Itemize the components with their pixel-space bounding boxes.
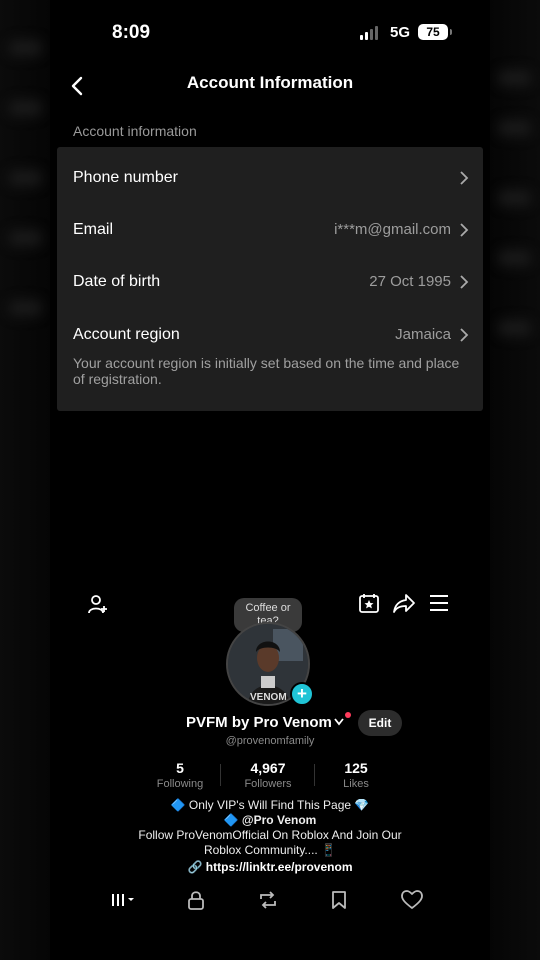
likes-stat[interactable]: 125 Likes [316,760,396,790]
account-info-card: Phone number Email i***m@gmail.com Date … [57,147,483,411]
email-row[interactable]: Email i***m@gmail.com [57,205,483,257]
status-bar: 8:09 5G 75 [50,0,490,64]
followers-stat[interactable]: 4,967 Followers [228,760,308,790]
profile-tabs [50,886,490,916]
row-label: Phone number [73,169,178,186]
profile-name: PVFM by Pro Venom [186,714,332,731]
add-friend-icon[interactable] [86,592,110,616]
page-title: Account Information [186,73,354,92]
phone-number-row[interactable]: Phone number [57,153,483,205]
stat-label: Following [156,778,204,790]
svg-text:VENOM: VENOM [250,692,287,703]
share-icon[interactable] [392,592,416,614]
signal-icon [360,26,382,40]
bio-line: Follow ProVenomOfficial On Roblox And Jo… [138,828,402,842]
grid-icon[interactable] [110,892,138,908]
stat-label: Followers [244,778,292,790]
link-text: https://linktr.ee/provenom [205,860,353,874]
stat-value: 4,967 [250,760,286,776]
profile-bio: 🔷 Only VIP's Will Find This Page 💎 🔷 @Pr… [50,798,490,858]
calendar-star-icon[interactable] [358,592,380,614]
phone-screen: 8:09 5G 75 Account Information Account i… [50,0,490,960]
chevron-down-icon[interactable] [334,718,344,726]
date-of-birth-row[interactable]: Date of birth 27 Oct 1995 [57,257,483,309]
status-time: 8:09 [112,22,151,43]
stat-divider [314,764,315,786]
row-value: Jamaica [395,326,451,343]
profile-preview: Coffee or tea? VENOM + PVFM by Pro Venom… [50,580,490,960]
chevron-right-icon [460,328,469,342]
link-icon: 🔗 [187,860,203,874]
bio-line: Roblox Community.... 📱 [203,843,337,857]
row-value: 27 Oct 1995 [369,273,451,290]
stat-label: Likes [343,778,369,790]
bio-line: 🔷 @Pro Venom [223,813,317,827]
header: Account Information [50,64,490,104]
region-note: Your account region is initially set bas… [73,355,460,387]
chevron-right-icon [460,223,469,237]
bio-line: 🔷 Only VIP's Will Find This Page 💎 [170,798,370,812]
bookmark-icon[interactable] [331,890,347,910]
row-value: i***m@gmail.com [334,221,451,238]
edit-button[interactable]: Edit [358,710,402,736]
stat-divider [220,764,221,786]
add-story-button[interactable]: + [290,682,314,706]
row-label: Account region [73,326,180,343]
row-label: Date of birth [73,273,161,290]
profile-handle: @provenomfamily [225,735,315,747]
chevron-right-icon [460,275,469,289]
network-type: 5G [390,24,411,41]
stat-value: 5 [176,760,184,776]
battery-tip [450,29,452,35]
section-label: Account information [73,123,197,139]
profile-link[interactable]: 🔗 https://linktr.ee/provenom [50,860,490,874]
chevron-right-icon [460,171,469,185]
repost-icon[interactable] [257,890,279,910]
notification-dot [345,712,351,718]
battery-icon: 75 [418,24,448,40]
lock-icon[interactable] [187,890,205,910]
background-blur-right [490,0,540,960]
heart-icon[interactable] [401,890,423,910]
following-stat[interactable]: 5 Following [140,760,220,790]
stat-value: 125 [344,760,368,776]
menu-icon[interactable] [429,594,449,612]
background-blur-left [0,0,50,960]
row-label: Email [73,221,114,238]
